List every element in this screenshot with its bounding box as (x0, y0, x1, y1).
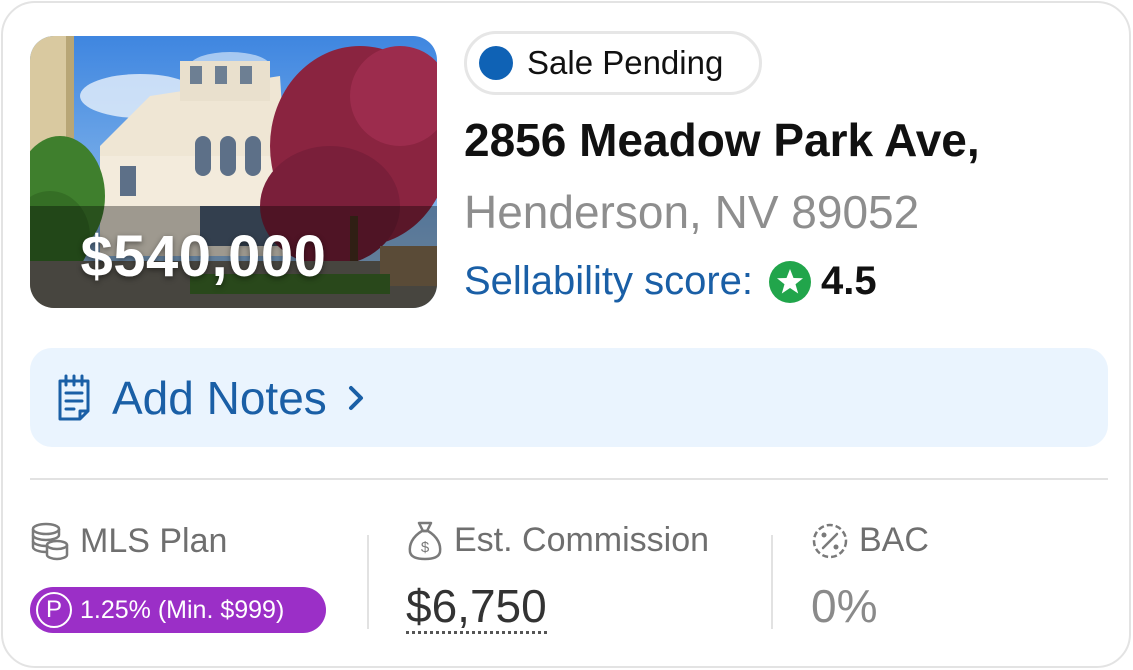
sellability-value: 4.5 (821, 259, 877, 303)
status-label: Sale Pending (527, 44, 724, 81)
sellability-score: Sellability score: 4.5 (464, 259, 877, 304)
commission-label: $ Est. Commission (406, 519, 709, 561)
bac-value: 0% (811, 580, 878, 632)
mls-plan-badge[interactable]: P 1.25% (Min. $999) (30, 587, 326, 633)
percent-badge-icon (812, 523, 848, 558)
mls-plan-label-text: MLS Plan (80, 521, 228, 560)
star-badge-icon (769, 260, 812, 303)
stat-separator (771, 535, 773, 629)
notepad-icon (58, 374, 90, 420)
coins-stack-icon (31, 522, 69, 561)
chevron-right-icon (348, 385, 363, 410)
money-bag-icon: $ (408, 521, 442, 561)
bac-label: BAC (811, 521, 929, 560)
commission-label-text: Est. Commission (454, 520, 710, 559)
stat-separator (367, 535, 369, 629)
bac-label-text: BAC (859, 521, 929, 559)
mls-plan-value: 1.25% (Min. $999) (80, 595, 285, 624)
mls-plan-label: MLS Plan (30, 521, 227, 561)
address-line-2: Henderson, NV 89052 (464, 186, 920, 238)
section-divider (30, 478, 1108, 480)
status-badge: Sale Pending (464, 31, 762, 95)
sellability-label: Sellability score: (464, 259, 754, 303)
add-notes-label: Add Notes (112, 371, 327, 424)
commission-value[interactable]: $6,750 (406, 583, 547, 634)
svg-text:$: $ (421, 539, 430, 556)
plan-p-icon: P (36, 592, 72, 628)
status-dot-icon (479, 46, 513, 80)
address-line-1: 2856 Meadow Park Ave, (464, 114, 980, 166)
listing-card: $540,000 Sale Pending 2856 Meadow Park A… (1, 1, 1131, 668)
listing-price: $540,000 (80, 224, 327, 289)
add-notes-button[interactable]: Add Notes (30, 348, 1108, 447)
property-photo[interactable]: $540,000 (30, 36, 437, 308)
